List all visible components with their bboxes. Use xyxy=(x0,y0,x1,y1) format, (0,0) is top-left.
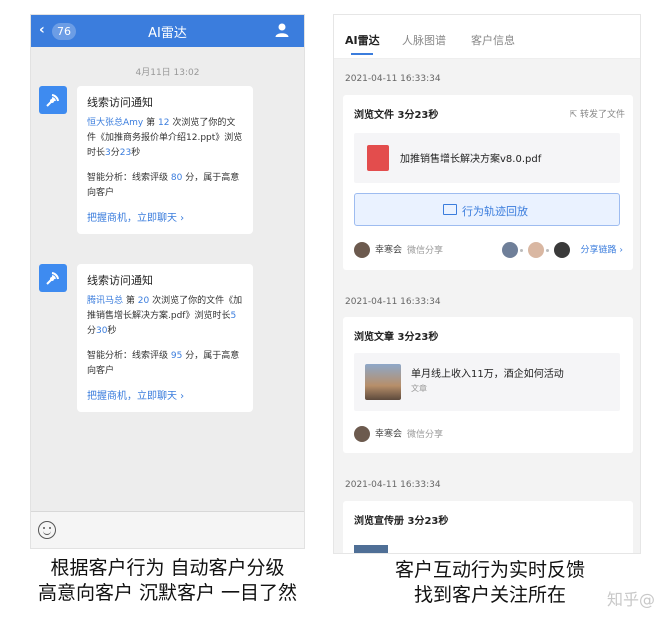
left-caption: 根据客户行为 自动客户分级 高意向客户 沉默客户 一目了然 xyxy=(10,556,325,606)
radar-icon xyxy=(46,272,59,285)
message-title: 线索访问通知 xyxy=(87,96,153,109)
sharer-info: 幸寒会 微信分享 xyxy=(354,426,443,442)
sharer-name: 幸寒会 xyxy=(375,429,403,440)
chain-avatar xyxy=(501,242,518,258)
article-item[interactable]: 单月线上收入11万，酒企如何活动 文章 xyxy=(354,353,620,411)
tab-bar: AI雷达 人脉图谱 客户信息 xyxy=(334,15,640,59)
chat-now-link[interactable]: 把握商机，立即聊天 › xyxy=(87,389,244,404)
customer-name[interactable]: 腾讯马总 xyxy=(87,296,123,306)
sharer-avatar[interactable] xyxy=(354,426,370,442)
customer-name[interactable]: 恒大张总Amy xyxy=(87,118,143,128)
activity-card: 浏览文章 3分23秒 单月线上收入11万，酒企如何活动 文章 幸寒会 微信分享 xyxy=(343,317,633,453)
right-caption-line1: 客户互动行为实时反馈 xyxy=(394,559,585,581)
visit-detail: 腾讯马总 第 20 次浏览了你的文件《加推销售增长解决方案.pdf》浏览时长5分… xyxy=(87,296,243,336)
sharer-avatar[interactable] xyxy=(354,242,370,258)
watermark: 知乎@ xyxy=(606,590,655,609)
right-caption: 客户互动行为实时反馈 找到客户关注所在 xyxy=(340,558,640,608)
tab-network-graph[interactable]: 人脉图谱 xyxy=(402,32,446,48)
tab-customer-info[interactable]: 客户信息 xyxy=(471,32,515,48)
chat-title: AI雷达 xyxy=(148,26,187,41)
chat-timestamp: 4月11日 13:02 xyxy=(135,68,200,78)
chat-nav-bar: ‹ 76 AI雷达 xyxy=(31,15,304,47)
active-tab-indicator xyxy=(351,53,373,55)
left-caption-line2: 高意向客户 沉默客户 一目了然 xyxy=(37,582,298,604)
share-out-icon: ⇱ xyxy=(569,110,578,120)
radar-avatar xyxy=(39,264,67,292)
activity-title: 浏览文章 3分23秒 xyxy=(354,332,439,343)
message-bubble: 线索访问通知 恒大张总Amy 第 12 次浏览了你的文件《加推商务报价单介绍12… xyxy=(77,86,253,234)
emoji-icon[interactable] xyxy=(38,521,56,539)
share-channel: 微信分享 xyxy=(407,245,444,256)
article-title: 单月线上收入11万，酒企如何活动 xyxy=(411,369,564,380)
chat-phone-screen: ‹ 76 AI雷达 4月11日 13:02 线索访问通知 恒大张总Amy 第 1… xyxy=(30,14,305,549)
message-bubble: 线索访问通知 腾讯马总 第 20 次浏览了你的文件《加推销售增长解决方案.pdf… xyxy=(77,264,253,412)
entry-date: 2021-04-11 16:33:34 xyxy=(345,74,441,84)
sharer-name: 幸寒会 xyxy=(375,245,403,256)
chat-input-bar xyxy=(31,511,304,548)
article-thumbnail xyxy=(365,364,401,400)
entry-date: 2021-04-11 16:33:34 xyxy=(345,480,441,490)
article-type: 文章 xyxy=(411,384,427,393)
activity-title: 浏览宣传册 3分23秒 xyxy=(354,516,449,527)
customer-detail-screen: AI雷达 人脉图谱 客户信息 2021-04-11 16:33:34 浏览文件 … xyxy=(333,14,641,554)
entry-date: 2021-04-11 16:33:34 xyxy=(345,297,441,307)
smart-analysis: 智能分析：线索评级 80 分，属于高意向客户 xyxy=(87,173,240,198)
message-title: 线索访问通知 xyxy=(87,274,153,287)
share-chain-link[interactable]: 分享链路 › xyxy=(501,242,623,258)
radar-icon xyxy=(46,94,59,107)
smart-analysis: 智能分析：线索评级 95 分，属于高意向客户 xyxy=(87,351,240,376)
right-caption-line2: 找到客户关注所在 xyxy=(413,584,566,606)
chain-avatar xyxy=(553,242,570,258)
user-profile-icon[interactable] xyxy=(274,22,290,38)
share-channel: 微信分享 xyxy=(407,429,444,440)
brochure-thumbnail xyxy=(354,545,388,553)
file-item[interactable]: 加推销售增长解决方案v8.0.pdf xyxy=(354,133,620,183)
activity-title: 浏览文件 3分23秒 xyxy=(354,110,439,121)
left-caption-line1: 根据客户行为 自动客户分级 xyxy=(50,557,285,579)
sharer-info: 幸寒会 微信分享 xyxy=(354,242,443,258)
replay-screen-icon xyxy=(443,204,457,215)
chain-avatar xyxy=(527,242,544,258)
visit-detail: 恒大张总Amy 第 12 次浏览了你的文件《加推商务报价单介绍12.ppt》浏览… xyxy=(87,118,243,158)
behavior-replay-button[interactable]: 行为轨迹回放 xyxy=(354,193,620,226)
pdf-file-icon xyxy=(367,145,389,171)
tab-ai-radar[interactable]: AI雷达 xyxy=(345,32,380,48)
radar-avatar xyxy=(39,86,67,114)
chat-now-link[interactable]: 把握商机，立即聊天 › xyxy=(87,211,244,226)
file-name: 加推销售增长解决方案v8.0.pdf xyxy=(400,154,542,165)
activity-card: 浏览文件 3分23秒 ⇱ 转发了文件 加推销售增长解决方案v8.0.pdf 行为… xyxy=(343,95,633,270)
forwarded-file-link[interactable]: ⇱ 转发了文件 xyxy=(570,107,625,120)
activity-card: 浏览宣传册 3分23秒 xyxy=(343,501,633,553)
